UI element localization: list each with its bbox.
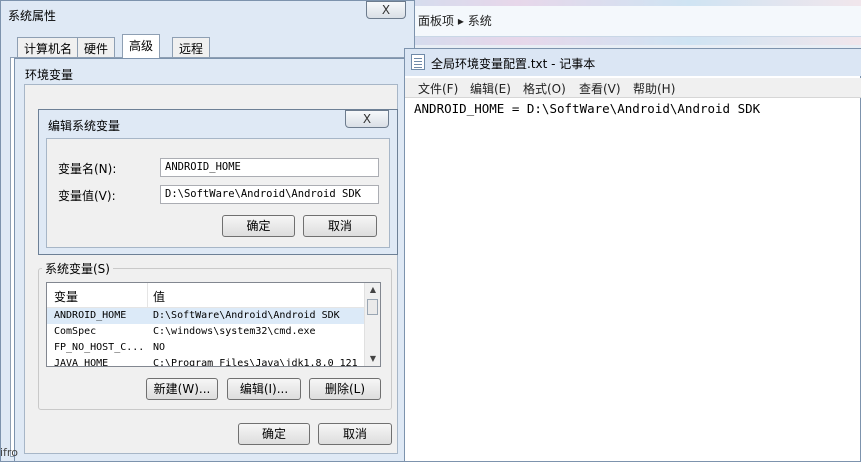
vertical-scrollbar[interactable]: ▲ ▼ xyxy=(364,283,380,366)
window-title: 全局环境变量配置.txt - 记事本 xyxy=(431,57,596,71)
column-header-value[interactable]: 值 xyxy=(153,288,165,305)
breadcrumb-item[interactable]: 面板项 xyxy=(418,14,454,28)
variable-name-field[interactable]: ANDROID_HOME xyxy=(160,158,379,177)
notepad-text-area[interactable]: ANDROID_HOME = D:\SoftWare\Android\Andro… xyxy=(414,101,760,116)
close-button[interactable]: X xyxy=(366,1,406,19)
tab-remote[interactable]: 远程 xyxy=(172,37,211,57)
variable-value-label: 变量值(V): xyxy=(58,189,116,203)
variable-value: C:\Program Files\Java\jdk1.8.0_121 xyxy=(153,358,358,367)
menu-format[interactable]: 格式(O) xyxy=(523,80,566,97)
edit-button[interactable]: 编辑(I)... xyxy=(227,378,301,400)
system-variables-list[interactable]: 变量 值 ANDROID_HOME D:\SoftWare\Android\An… xyxy=(46,282,381,367)
variable-name: ANDROID_HOME xyxy=(54,310,127,321)
tab-computer-name[interactable]: 计算机名 xyxy=(17,37,80,57)
menu-edit[interactable]: 编辑(E) xyxy=(470,80,511,97)
table-row[interactable]: JAVA_HOME C:\Program Files\Java\jdk1.8.0… xyxy=(47,356,364,367)
variable-name: ComSpec xyxy=(54,326,97,337)
dialog-title: 环境变量 xyxy=(25,68,74,82)
tab-hardware[interactable]: 硬件 xyxy=(77,37,116,57)
cancel-button[interactable]: 取消 xyxy=(303,215,377,237)
variable-value: D:\SoftWare\Android\Android SDK xyxy=(153,310,340,321)
new-button[interactable]: 新建(W)... xyxy=(146,378,218,400)
dialog-title: 编辑系统变量 xyxy=(48,119,121,133)
close-button[interactable]: X xyxy=(345,110,389,128)
menu-help[interactable]: 帮助(H) xyxy=(633,80,675,97)
scroll-down-icon[interactable]: ▼ xyxy=(365,352,380,366)
background-text: ifro xyxy=(0,446,18,459)
cancel-button[interactable]: 取消 xyxy=(318,423,392,445)
column-divider[interactable] xyxy=(147,283,148,307)
menu-file[interactable]: 文件(F) xyxy=(418,80,458,97)
variable-name-label: 变量名(N): xyxy=(58,162,117,176)
table-row[interactable]: ANDROID_HOME D:\SoftWare\Android\Android… xyxy=(47,308,364,324)
variable-value-field[interactable]: D:\SoftWare\Android\Android SDK xyxy=(160,185,379,204)
table-row[interactable]: FP_NO_HOST_C... NO xyxy=(47,340,364,356)
ok-button[interactable]: 确定 xyxy=(238,423,310,445)
variable-value: NO xyxy=(153,342,166,353)
variable-name: FP_NO_HOST_C... xyxy=(54,342,145,353)
variable-value: C:\windows\system32\cmd.exe xyxy=(153,326,316,337)
system-variables-label: 系统变量(S) xyxy=(42,260,113,277)
menu-view[interactable]: 查看(V) xyxy=(579,80,621,97)
notepad-icon xyxy=(411,54,425,70)
scroll-up-icon[interactable]: ▲ xyxy=(365,283,380,297)
column-header-variable[interactable]: 变量 xyxy=(54,288,78,305)
list-header: 变量 值 xyxy=(47,283,364,308)
ok-button[interactable]: 确定 xyxy=(222,215,295,237)
delete-button[interactable]: 删除(L) xyxy=(309,378,381,400)
variable-name: JAVA_HOME xyxy=(54,358,109,367)
breadcrumb-item[interactable]: 系统 xyxy=(468,14,492,28)
window-title: 系统属性 xyxy=(8,9,57,23)
breadcrumb: 面板项 ▸ 系统 xyxy=(418,12,492,29)
tab-advanced[interactable]: 高级 xyxy=(122,34,161,58)
scroll-thumb[interactable] xyxy=(367,299,378,315)
table-row[interactable]: ComSpec C:\windows\system32\cmd.exe xyxy=(47,324,364,340)
breadcrumb-separator-icon: ▸ xyxy=(457,14,468,28)
